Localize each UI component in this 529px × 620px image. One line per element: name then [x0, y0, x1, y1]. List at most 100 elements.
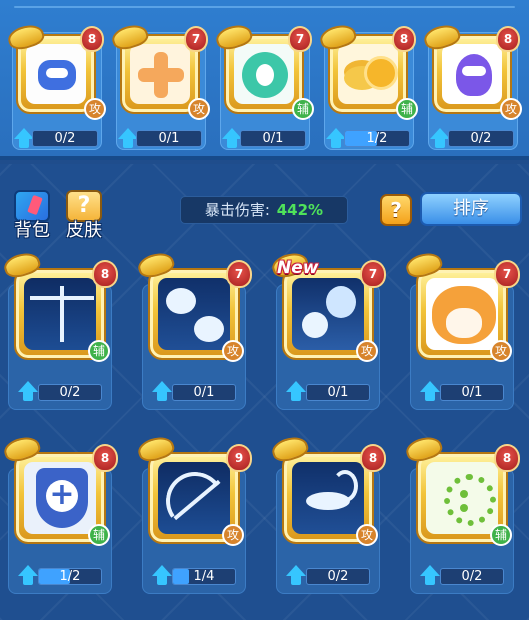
- genie-pet-icon: [442, 44, 502, 104]
- strip-divider: [14, 6, 515, 8]
- level-badge: 8: [496, 26, 520, 52]
- pet-card-scorpio[interactable]: 8 攻 0/2: [269, 432, 386, 594]
- tiger-pet-icon: [426, 278, 498, 350]
- equipped-pet-coins[interactable]: 8 辅 1/2: [317, 20, 418, 150]
- progress-label: 0/1: [193, 385, 215, 400]
- level-badge: 7: [226, 260, 252, 288]
- upgrade-progress: 0/2: [32, 130, 98, 147]
- equipped-pet-teal[interactable]: 7 辅 0/1: [213, 20, 314, 150]
- skin-button[interactable]: ? 皮肤: [60, 190, 108, 246]
- progress-label: 1/4: [193, 569, 215, 584]
- backpack-button[interactable]: 背包: [8, 190, 56, 246]
- level-badge: 8: [494, 444, 520, 472]
- role-badge: 攻: [188, 98, 210, 120]
- level-badge: 8: [92, 260, 118, 288]
- level-badge: 7: [288, 26, 312, 52]
- role-badge: 辅: [88, 340, 110, 362]
- new-tag: New: [277, 258, 319, 278]
- level-badge: 9: [226, 444, 252, 472]
- crit-damage-label: 暴击伤害:: [204, 201, 270, 219]
- upgrade-progress: 0/2: [440, 568, 504, 585]
- equipped-pet-genie[interactable]: 8 攻 0/2: [421, 20, 522, 150]
- upgrade-progress: 0/1: [240, 130, 306, 147]
- sagittarius-pet-icon: [158, 462, 230, 534]
- level-badge: 7: [184, 26, 208, 52]
- upgrade-progress: 0/1: [172, 384, 236, 401]
- progress-label: 1/2: [59, 569, 81, 584]
- crit-damage-value: 442%: [276, 201, 324, 219]
- pet-card-sagittarius[interactable]: 9 攻 1/4: [135, 432, 252, 594]
- pet-card-shield[interactable]: 8 辅 1/2: [1, 432, 118, 594]
- upgrade-arrow-icon[interactable]: [17, 565, 39, 587]
- equipped-pet-cross[interactable]: 7 攻 0/1: [109, 20, 210, 150]
- upgrade-arrow-icon[interactable]: [285, 381, 307, 403]
- sprout-pet-icon: [426, 462, 498, 534]
- role-badge: 攻: [84, 98, 106, 120]
- upgrade-progress: 0/2: [448, 130, 514, 147]
- role-badge: 辅: [396, 98, 418, 120]
- upgrade-progress: 0/2: [306, 568, 370, 585]
- pisces-pet-icon: [158, 278, 230, 350]
- role-badge: 辅: [88, 524, 110, 546]
- level-badge: 7: [360, 260, 386, 288]
- progress-label: 0/1: [327, 385, 349, 400]
- role-badge: 攻: [222, 340, 244, 362]
- upgrade-arrow-icon[interactable]: [151, 565, 173, 587]
- upgrade-arrow-icon[interactable]: [285, 565, 307, 587]
- crit-damage-display: 暴击伤害: 442%: [180, 196, 348, 224]
- progress-label: 0/1: [461, 385, 483, 400]
- upgrade-progress: 0/1: [440, 384, 504, 401]
- level-badge: 8: [80, 26, 104, 52]
- teal-pet-icon: [234, 44, 294, 104]
- cross-pet-icon: [130, 44, 190, 104]
- upgrade-arrow-icon[interactable]: [419, 381, 441, 403]
- role-badge: 攻: [356, 524, 378, 546]
- pet-card-aquarius[interactable]: New 7 攻 0/1: [269, 248, 386, 410]
- level-badge: 7: [494, 260, 520, 288]
- progress-label: 0/2: [470, 131, 492, 146]
- progress-label: 0/2: [327, 569, 349, 584]
- progress-label: 0/2: [54, 131, 76, 146]
- equipped-pet-robot[interactable]: 8 攻 0/2: [5, 20, 106, 150]
- upgrade-arrow-icon[interactable]: [151, 381, 173, 403]
- role-badge: 攻: [490, 340, 512, 362]
- skin-label: 皮肤: [66, 220, 102, 241]
- libra-pet-icon: [24, 278, 96, 350]
- upgrade-progress: 0/1: [136, 130, 202, 147]
- help-button[interactable]: ?: [380, 194, 412, 226]
- coins-pet-icon: [338, 44, 398, 104]
- equipped-strip: 8 攻 0/2 7 攻 0/1 7 辅 0/1 8 辅 1/2 8 攻 0/2: [0, 0, 529, 160]
- level-badge: 8: [92, 444, 118, 472]
- aquarius-pet-icon: [292, 278, 364, 350]
- backpack-label: 背包: [14, 220, 50, 241]
- pet-card-tiger[interactable]: 7 攻 0/1: [403, 248, 520, 410]
- upgrade-progress: 0/1: [306, 384, 370, 401]
- role-badge: 攻: [222, 524, 244, 546]
- progress-label: 1/2: [366, 131, 388, 146]
- shield-pet-icon: [24, 462, 96, 534]
- scorpio-pet-icon: [292, 462, 364, 534]
- pet-card-pisces[interactable]: 7 攻 0/1: [135, 248, 252, 410]
- role-badge: 攻: [356, 340, 378, 362]
- upgrade-arrow-icon[interactable]: [419, 565, 441, 587]
- progress-label: 0/1: [262, 131, 284, 146]
- level-badge: 8: [392, 26, 416, 52]
- pet-inventory-board: 背包 ? 皮肤 暴击伤害: 442% ? 排序 8 辅 0/2 7 攻 0/1 …: [0, 164, 529, 620]
- progress-fill: [173, 569, 189, 584]
- role-badge: 辅: [292, 98, 314, 120]
- upgrade-progress: 1/2: [344, 130, 410, 147]
- progress-label: 0/1: [158, 131, 180, 146]
- upgrade-arrow-icon[interactable]: [17, 381, 39, 403]
- progress-label: 0/2: [59, 385, 81, 400]
- robot-pet-icon: [26, 44, 86, 104]
- upgrade-progress: 1/4: [172, 568, 236, 585]
- role-badge: 辅: [490, 524, 512, 546]
- pet-card-libra[interactable]: 8 辅 0/2: [1, 248, 118, 410]
- level-badge: 8: [360, 444, 386, 472]
- pet-card-sprout[interactable]: 8 辅 0/2: [403, 432, 520, 594]
- progress-label: 0/2: [461, 569, 483, 584]
- upgrade-progress: 1/2: [38, 568, 102, 585]
- role-badge: 攻: [500, 98, 522, 120]
- upgrade-progress: 0/2: [38, 384, 102, 401]
- sort-button[interactable]: 排序: [420, 192, 522, 226]
